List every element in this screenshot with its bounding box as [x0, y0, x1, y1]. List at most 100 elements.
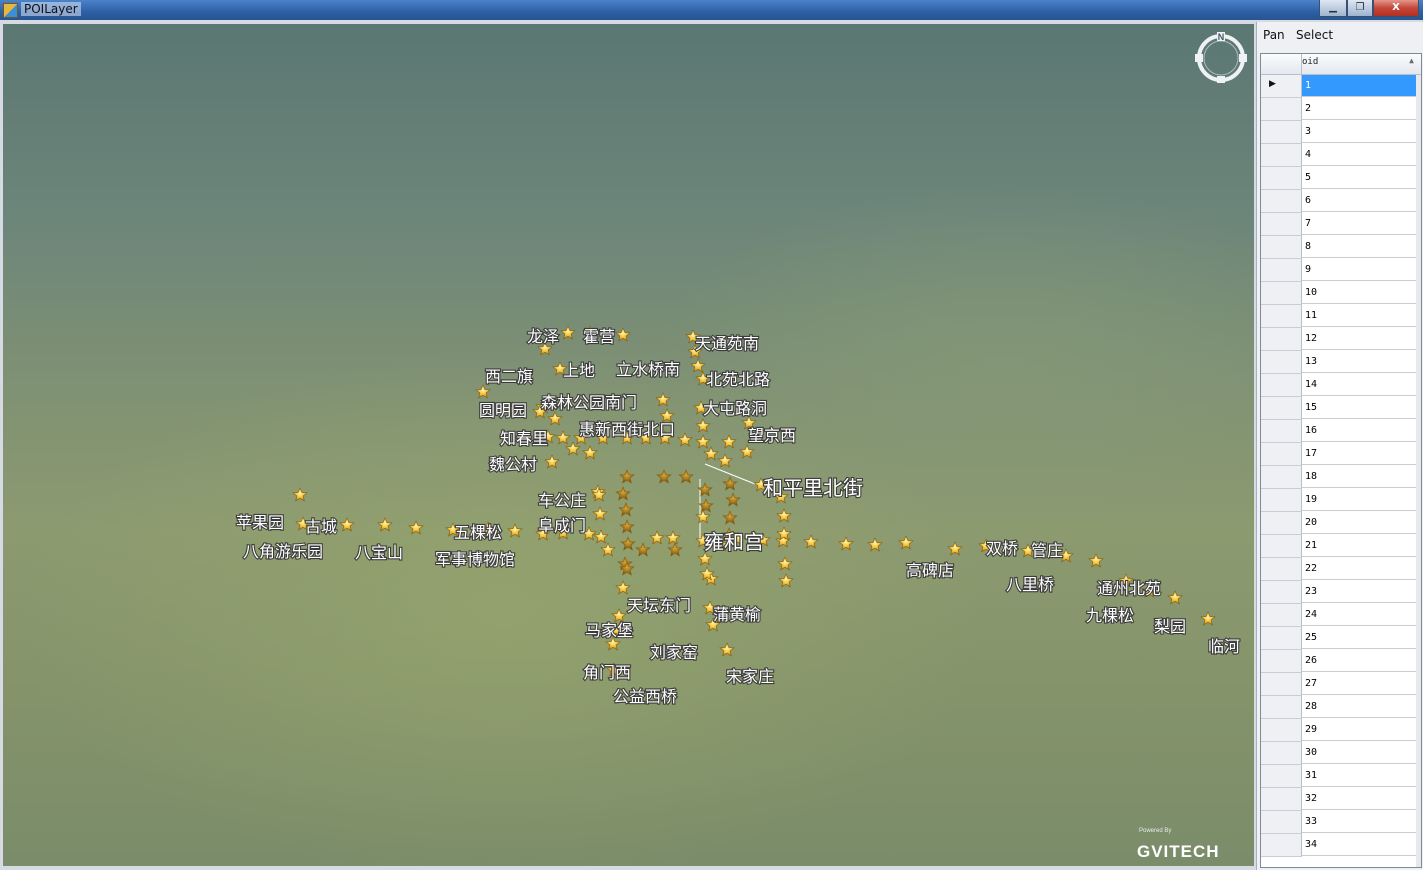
table-row[interactable]: 17 — [1261, 443, 1421, 466]
poi-star-marker[interactable] — [339, 517, 355, 532]
row-header[interactable] — [1261, 213, 1302, 236]
row-header[interactable] — [1261, 305, 1302, 328]
oid-cell[interactable]: 18 — [1302, 466, 1418, 488]
column-header-oid[interactable]: oid ▲ — [1302, 56, 1418, 73]
oid-cell[interactable]: 8 — [1302, 236, 1418, 258]
table-row[interactable]: 15 — [1261, 397, 1421, 420]
table-row[interactable]: 10 — [1261, 282, 1421, 305]
vertical-scrollbar[interactable] — [1416, 75, 1421, 867]
oid-cell[interactable]: 13 — [1302, 351, 1418, 373]
poi-star-marker[interactable] — [778, 573, 794, 588]
poi-star-marker[interactable] — [698, 498, 714, 513]
table-row[interactable]: 18 — [1261, 466, 1421, 489]
table-row[interactable]: 9 — [1261, 259, 1421, 282]
table-row[interactable]: 30 — [1261, 742, 1421, 765]
poi-star-marker[interactable] — [898, 535, 914, 550]
table-row[interactable]: 22 — [1261, 558, 1421, 581]
table-row[interactable]: 25 — [1261, 627, 1421, 650]
poi-star-marker[interactable] — [667, 542, 683, 557]
oid-cell[interactable]: 25 — [1302, 627, 1418, 649]
poi-star-marker[interactable] — [377, 517, 393, 532]
row-header[interactable] — [1261, 788, 1302, 811]
row-header[interactable] — [1261, 443, 1302, 466]
poi-star-marker[interactable] — [475, 384, 491, 399]
poi-star-marker[interactable] — [600, 542, 616, 557]
map-view[interactable]: 龙泽 霍营 天通苑南 西二旗 上地 立水桥南 北苑北路 森林公园南门 圆明园 大屯路洞 知春里 惠新西… — [3, 24, 1254, 866]
oid-cell[interactable]: 32 — [1302, 788, 1418, 810]
poi-star-marker[interactable] — [1167, 590, 1183, 605]
table-row[interactable]: 16 — [1261, 420, 1421, 443]
row-header[interactable] — [1261, 742, 1302, 765]
poi-star-marker[interactable] — [565, 441, 581, 456]
oid-cell[interactable]: 9 — [1302, 259, 1418, 281]
poi-star-marker[interactable] — [695, 509, 711, 524]
table-row[interactable]: 24 — [1261, 604, 1421, 627]
table-row[interactable]: 29 — [1261, 719, 1421, 742]
oid-cell[interactable]: 23 — [1302, 581, 1418, 603]
poi-star-marker[interactable] — [555, 430, 571, 445]
poi-star-marker[interactable] — [655, 392, 671, 407]
maximize-button[interactable]: ❐ — [1347, 0, 1373, 17]
oid-cell[interactable]: 3 — [1302, 121, 1418, 143]
row-header[interactable] — [1261, 374, 1302, 397]
oid-cell[interactable]: 30 — [1302, 742, 1418, 764]
row-header[interactable]: ▶ — [1261, 75, 1302, 98]
table-row[interactable]: 5 — [1261, 167, 1421, 190]
table-row[interactable]: 12 — [1261, 328, 1421, 351]
row-header[interactable] — [1261, 604, 1302, 627]
row-header[interactable] — [1261, 259, 1302, 282]
oid-cell[interactable]: 33 — [1302, 811, 1418, 833]
table-row[interactable]: 23 — [1261, 581, 1421, 604]
poi-star-marker[interactable] — [695, 418, 711, 433]
table-row[interactable]: 27 — [1261, 673, 1421, 696]
oid-cell[interactable]: 22 — [1302, 558, 1418, 580]
table-row[interactable]: 11 — [1261, 305, 1421, 328]
poi-star-marker[interactable] — [620, 536, 636, 551]
oid-cell[interactable]: 29 — [1302, 719, 1418, 741]
table-row[interactable]: 3 — [1261, 121, 1421, 144]
oid-cell[interactable]: 6 — [1302, 190, 1418, 212]
poi-star-marker[interactable] — [867, 537, 883, 552]
table-row[interactable]: 31 — [1261, 765, 1421, 788]
poi-star-marker[interactable] — [695, 434, 711, 449]
table-row[interactable]: 19 — [1261, 489, 1421, 512]
poi-star-marker[interactable] — [947, 541, 963, 556]
poi-star-marker[interactable] — [803, 534, 819, 549]
oid-cell[interactable]: 21 — [1302, 535, 1418, 557]
oid-cell[interactable]: 27 — [1302, 673, 1418, 695]
select-button[interactable]: Select — [1296, 28, 1333, 42]
oid-cell[interactable]: 14 — [1302, 374, 1418, 396]
poi-star-marker[interactable] — [719, 642, 735, 657]
oid-cell[interactable]: 17 — [1302, 443, 1418, 465]
table-row[interactable]: 26 — [1261, 650, 1421, 673]
poi-star-marker[interactable] — [739, 444, 755, 459]
close-button[interactable]: X — [1373, 0, 1419, 17]
row-header[interactable] — [1261, 397, 1302, 420]
poi-star-marker[interactable] — [560, 325, 576, 340]
table-row[interactable]: 6 — [1261, 190, 1421, 213]
poi-star-marker[interactable] — [1088, 553, 1104, 568]
row-header[interactable] — [1261, 144, 1302, 167]
row-header[interactable] — [1261, 489, 1302, 512]
oid-cell[interactable]: 10 — [1302, 282, 1418, 304]
table-row[interactable]: 13 — [1261, 351, 1421, 374]
row-header[interactable] — [1261, 719, 1302, 742]
poi-star-marker[interactable] — [677, 432, 693, 447]
row-header[interactable] — [1261, 328, 1302, 351]
oid-cell[interactable]: 5 — [1302, 167, 1418, 189]
poi-star-marker[interactable] — [649, 530, 665, 545]
minimize-button[interactable]: ▁ — [1319, 0, 1347, 17]
poi-star-marker[interactable] — [619, 469, 635, 484]
row-header[interactable] — [1261, 282, 1302, 305]
poi-star-marker[interactable] — [777, 556, 793, 571]
poi-star-marker[interactable] — [838, 536, 854, 551]
row-header[interactable] — [1261, 627, 1302, 650]
row-header[interactable] — [1261, 558, 1302, 581]
poi-star-marker[interactable] — [547, 411, 563, 426]
poi-star-marker[interactable] — [717, 453, 733, 468]
poi-star-marker[interactable] — [690, 358, 706, 373]
row-header[interactable] — [1261, 98, 1302, 121]
table-row[interactable]: 20 — [1261, 512, 1421, 535]
oid-cell[interactable]: 4 — [1302, 144, 1418, 166]
row-header[interactable] — [1261, 650, 1302, 673]
